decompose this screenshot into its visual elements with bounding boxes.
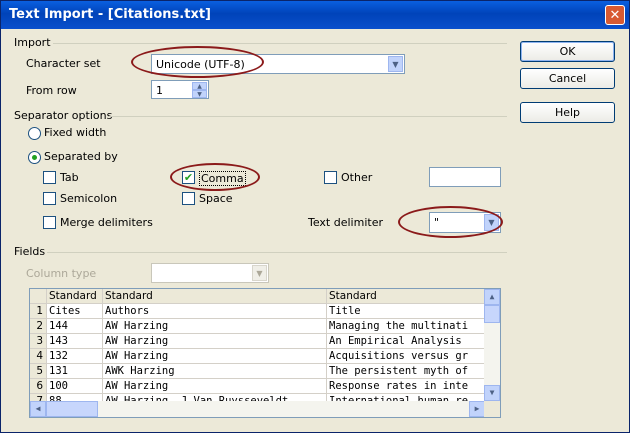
separator-group-label: Separator options (14, 109, 113, 122)
window-title: Text Import - [Citations.txt] (9, 7, 211, 22)
table-cell: Response rates in inte (327, 379, 485, 394)
fields-group-label: Fields (14, 245, 46, 258)
table-cell: An Empirical Analysis (327, 334, 485, 349)
table-row: 2 144 AW Harzing Managing the multinati (30, 319, 485, 334)
table-row: 6 100 AW Harzing Response rates in inte (30, 379, 485, 394)
table-cell: AW Harzing (103, 319, 327, 334)
column-type-dropdown[interactable]: ▼ (151, 263, 269, 283)
column-header[interactable]: Standard (327, 289, 485, 304)
table-cell: Title (327, 304, 485, 319)
chevron-down-icon[interactable]: ▼ (388, 56, 403, 72)
table-cell: AW Harzing (103, 334, 327, 349)
row-number: 3 (30, 334, 47, 349)
scroll-right-icon[interactable]: ▶ (469, 401, 485, 417)
space-label[interactable]: Space (199, 192, 233, 205)
ok-button[interactable]: OK (520, 41, 615, 62)
other-checkbox[interactable] (324, 171, 337, 184)
vertical-scroll-thumb[interactable] (484, 305, 500, 323)
fixed-width-label[interactable]: Fixed width (44, 126, 106, 139)
scroll-up-icon[interactable]: ▲ (484, 289, 500, 305)
merge-delimiters-label[interactable]: Merge delimiters (60, 216, 153, 229)
row-number: 2 (30, 319, 47, 334)
annotation-ellipse-charset (131, 46, 264, 78)
stepper-up-icon[interactable]: ▲ (192, 82, 207, 90)
row-number: 4 (30, 349, 47, 364)
other-input[interactable] (429, 167, 501, 187)
import-group-label: Import (14, 36, 51, 49)
corner-cell (30, 289, 47, 304)
annotation-ellipse-comma (170, 163, 260, 191)
table-cell: 144 (47, 319, 103, 334)
help-button[interactable]: Help (520, 102, 615, 123)
scroll-left-icon[interactable]: ◀ (30, 401, 46, 417)
close-button[interactable]: ✕ (605, 5, 625, 25)
table-row: 3 143 AW Harzing An Empirical Analysis (30, 334, 485, 349)
from-row-stepper[interactable]: 1 ▲ ▼ (151, 80, 209, 99)
table-cell: AWK Harzing (103, 364, 327, 379)
table-cell: Acquisitions versus gr (327, 349, 485, 364)
separated-by-label[interactable]: Separated by (44, 150, 118, 163)
title-bar[interactable]: Text Import - [Citations.txt] ✕ (1, 1, 629, 29)
column-type-label: Column type (26, 267, 97, 280)
import-divider (53, 43, 507, 45)
table-row: 1 Cites Authors Title (30, 304, 485, 319)
from-row-label: From row (26, 84, 77, 97)
table-cell: 143 (47, 334, 103, 349)
merge-delimiters-checkbox[interactable] (43, 216, 56, 229)
table-cell: AW Harzing (103, 379, 327, 394)
table-cell: 100 (47, 379, 103, 394)
table-row: 5 131 AWK Harzing The persistent myth of (30, 364, 485, 379)
from-row-value: 1 (156, 84, 163, 97)
scroll-down-icon[interactable]: ▼ (484, 385, 500, 401)
table-row: 4 132 AW Harzing Acquisitions versus gr (30, 349, 485, 364)
table-cell: 131 (47, 364, 103, 379)
row-number: 6 (30, 379, 47, 394)
charset-label: Character set (26, 57, 101, 70)
grid-header-row: Standard Standard Standard (30, 289, 485, 304)
space-checkbox[interactable] (182, 192, 195, 205)
cancel-button[interactable]: Cancel (520, 68, 615, 89)
table-cell: Authors (103, 304, 327, 319)
table-cell: The persistent myth of (327, 364, 485, 379)
separated-by-radio[interactable] (28, 151, 41, 164)
tab-checkbox[interactable] (43, 171, 56, 184)
chevron-down-icon[interactable]: ▼ (252, 265, 267, 281)
vertical-scrollbar[interactable]: ▲ ▼ (484, 289, 500, 401)
tab-label[interactable]: Tab (60, 171, 79, 184)
separator-divider (109, 116, 507, 118)
row-number: 1 (30, 304, 47, 319)
semicolon-checkbox[interactable] (43, 192, 56, 205)
fields-divider (47, 252, 507, 254)
preview-grid[interactable]: Standard Standard Standard 1 Cites Autho… (29, 288, 501, 418)
other-label[interactable]: Other (341, 171, 372, 184)
column-header[interactable]: Standard (47, 289, 103, 304)
annotation-ellipse-delimiter (398, 206, 503, 238)
table-cell: Managing the multinati (327, 319, 485, 334)
stepper-down-icon[interactable]: ▼ (192, 90, 207, 98)
column-header[interactable]: Standard (103, 289, 327, 304)
row-number: 5 (30, 364, 47, 379)
fixed-width-radio[interactable] (28, 127, 41, 140)
table-cell: 132 (47, 349, 103, 364)
horizontal-scroll-thumb[interactable] (46, 401, 98, 417)
table-cell: AW Harzing (103, 349, 327, 364)
semicolon-label[interactable]: Semicolon (60, 192, 117, 205)
radio-selected-dot (32, 155, 37, 160)
text-delimiter-label: Text delimiter (308, 216, 383, 229)
scrollbar-corner (484, 401, 500, 417)
horizontal-scrollbar[interactable]: ◀ ▶ (30, 401, 485, 417)
table-cell: Cites (47, 304, 103, 319)
text-import-dialog: Text Import - [Citations.txt] ✕ Import C… (0, 0, 630, 433)
